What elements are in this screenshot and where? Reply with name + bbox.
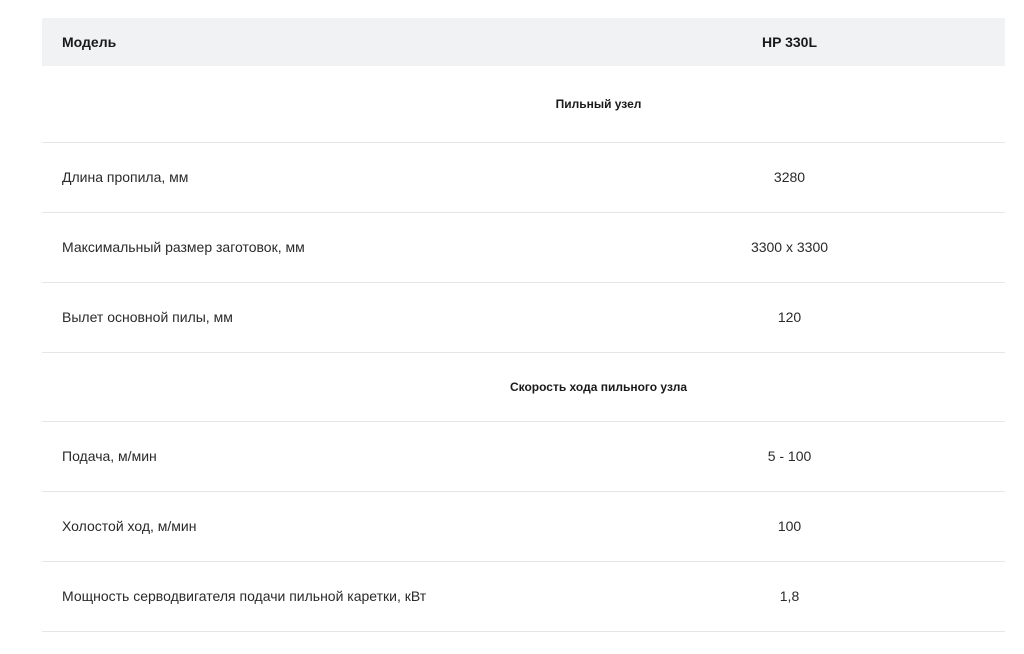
header-model-value: HP 330L	[762, 34, 817, 50]
section-row-saw-unit: Пильный узел	[42, 66, 1005, 143]
row-value: 120	[482, 282, 1005, 353]
row-value: 1,8	[482, 561, 1005, 632]
row-label: Максимальный размер заготовок, мм	[42, 212, 482, 283]
section-title: Скорость хода пильного узла	[42, 352, 1005, 422]
table-header-row: Модель HP 330L	[42, 18, 1005, 66]
row-value: 3280	[482, 142, 1005, 213]
row-label: Вылет основной пилы, мм	[42, 282, 482, 353]
section-row-saw-speed: Скорость хода пильного узла	[42, 352, 1005, 422]
section-title: Пильный узел	[42, 66, 1005, 143]
row-label: Холостой ход, м/мин	[42, 491, 482, 562]
spec-table: Модель HP 330L Пильный узел Длина пропил…	[42, 18, 1005, 632]
row-label: Мощность серводвигателя подачи пильной к…	[42, 561, 482, 632]
table-row: Длина пропила, мм 3280	[42, 142, 1005, 213]
table-row: Подача, м/мин 5 - 100	[42, 421, 1005, 492]
row-value: 5 - 100	[482, 421, 1005, 492]
row-value: 3300 x 3300	[482, 212, 1005, 283]
table-row: Вылет основной пилы, мм 120	[42, 282, 1005, 353]
row-label: Длина пропила, мм	[42, 142, 482, 213]
row-value: 100	[482, 491, 1005, 562]
table-row: Мощность серводвигателя подачи пильной к…	[42, 561, 1005, 632]
row-label: Подача, м/мин	[42, 421, 482, 492]
header-model-label: Модель	[62, 34, 117, 50]
table-row: Максимальный размер заготовок, мм 3300 x…	[42, 212, 1005, 283]
table-row: Холостой ход, м/мин 100	[42, 491, 1005, 562]
